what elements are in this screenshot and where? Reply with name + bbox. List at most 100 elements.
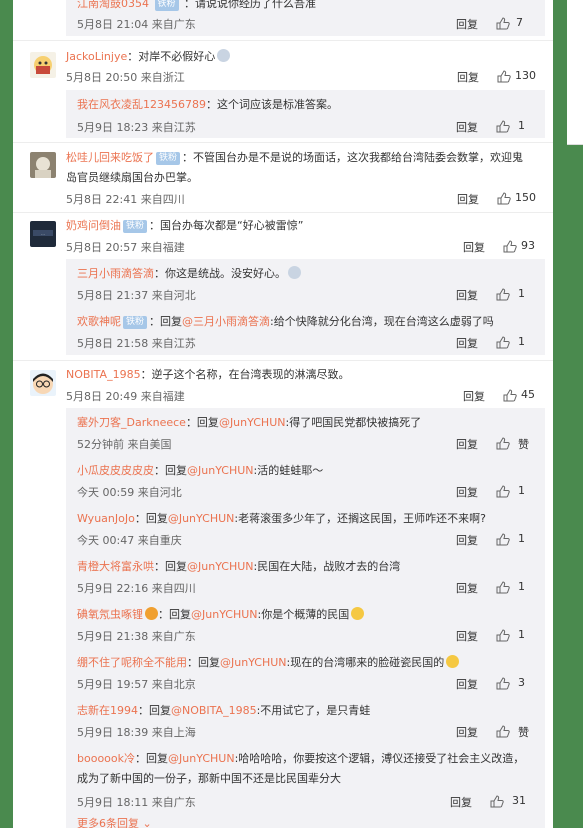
reply-button[interactable]: 回复 <box>456 724 478 740</box>
mention-link[interactable]: @JunYCHUN <box>187 560 254 573</box>
reply-button[interactable]: 回复 <box>456 287 478 303</box>
like-count: 1 <box>518 287 525 300</box>
like-count: 31 <box>512 794 526 807</box>
reply-button[interactable]: 回复 <box>456 119 478 135</box>
reply-button[interactable]: 回复 <box>456 532 478 548</box>
emoji-icon <box>351 607 365 620</box>
avatar[interactable]: ... <box>30 221 56 247</box>
mention-link[interactable]: @NOBITA_1985 <box>171 704 257 717</box>
reply-meta: 5月9日 18:23 来自江苏 <box>77 121 196 134</box>
like-count: 130 <box>515 69 536 82</box>
like-count: 1 <box>518 628 525 641</box>
reply-user[interactable]: 绷不住了呢称全不能用 <box>77 656 187 669</box>
reply-user[interactable]: WyuanJoJo <box>77 512 135 525</box>
avatar[interactable] <box>30 370 56 396</box>
reply-text: 绷不住了呢称全不能用：回复@JunYCHUN:现在的台湾哪来的脸碰瓷民国的 <box>77 653 535 673</box>
reply-user[interactable]: 碘氧氖虫啄锂 <box>77 608 143 621</box>
reply-user[interactable]: 三月小雨滴答滴 <box>77 267 154 280</box>
like-icon[interactable] <box>496 581 510 594</box>
like-icon[interactable] <box>503 240 517 253</box>
like-icon[interactable] <box>496 677 510 690</box>
like-icon[interactable] <box>490 795 504 808</box>
reply-user[interactable]: 我在风衣凌乱123456789 <box>77 98 206 111</box>
like-count: 1 <box>518 119 525 132</box>
reply-meta: 今天 00:47 来自重庆 <box>77 534 182 547</box>
reply-user[interactable]: 青橙大将富永哄 <box>77 560 154 573</box>
like-icon[interactable] <box>496 288 510 301</box>
reply-button[interactable]: 回复 <box>463 388 485 404</box>
reply-button[interactable]: 回复 <box>457 69 479 85</box>
like-count: 1 <box>518 580 525 593</box>
reply-meta: 5月8日 21:58 来自江苏 <box>77 337 196 350</box>
like-icon[interactable] <box>496 17 510 30</box>
like-count: 1 <box>518 532 525 545</box>
mention-link[interactable]: @JunYCHUN <box>191 608 258 621</box>
reply-meta: 5月8日 21:04 来自广东 <box>77 18 196 31</box>
comment-user[interactable]: 松哇儿回来吃饭了 <box>66 151 154 164</box>
reply-button[interactable]: 回复 <box>456 580 478 596</box>
reply-button[interactable]: 回复 <box>457 191 479 207</box>
emoji-icon <box>446 655 460 668</box>
reply-user[interactable]: 欢歌神呢 <box>77 315 121 328</box>
like-icon[interactable] <box>496 437 510 450</box>
mention-link[interactable]: @JunYCHUN <box>168 512 235 525</box>
like-count: 7 <box>516 16 523 29</box>
avatar[interactable] <box>30 52 56 78</box>
comment-panel: 江南淘鼓0354 铁粉 ：请说说你经历了什么吾准 5月8日 21:04 来自广东… <box>13 0 553 828</box>
comment-user[interactable]: 奶鸡问倒油 <box>66 219 121 232</box>
reply-text: 志新在1994：回复@NOBITA_1985:不用试它了，是只青蛙 <box>77 704 371 717</box>
reply-text: 我在风衣凌乱123456789：这个词应该是标准答案。 <box>77 98 338 111</box>
like-count: 45 <box>521 388 535 401</box>
like-icon[interactable] <box>496 120 510 133</box>
reply-text: WyuanJoJo：回复@JunYCHUN:老蒋滚蛋多少年了，还搁这民国，王师咋… <box>77 512 486 525</box>
mention-link[interactable]: @JunYCHUN <box>219 416 286 429</box>
comment-text: JackoLinjye：对岸不必假好心 <box>66 47 531 67</box>
mention-link[interactable]: @三月小雨滴答滴 <box>182 315 270 328</box>
like-count: 93 <box>521 239 535 252</box>
reply-meta: 5月8日 21:37 来自河北 <box>77 289 196 302</box>
fan-badge: 铁粉 <box>123 316 148 329</box>
reply-button[interactable]: 回复 <box>456 335 478 351</box>
like-count: 1 <box>518 335 525 348</box>
reply-button[interactable]: 回复 <box>450 794 472 810</box>
fan-badge: 铁粉 <box>154 0 179 11</box>
reply-user[interactable]: 江南淘鼓0354 <box>77 0 149 10</box>
reply-user[interactable]: 小瓜皮皮皮皮皮 <box>77 464 154 477</box>
mention-link[interactable]: @JunYCHUN <box>187 464 254 477</box>
reply-text: 欢歌神呢 铁粉 ：回复@三月小雨滴答滴:给个快降就分化台湾，现在台湾这么虚弱了吗 <box>77 315 494 329</box>
comment-meta: 5月8日 22:41 来自四川 <box>66 193 185 206</box>
reply-button[interactable]: 回复 <box>456 484 478 500</box>
comment-user[interactable]: JackoLinjye <box>66 50 127 63</box>
reply-user[interactable]: boooook冷 <box>77 752 135 765</box>
comment-meta: 5月8日 20:50 来自浙江 <box>66 71 185 84</box>
reply-meta: 5月9日 18:11 来自广东 <box>77 796 196 809</box>
reply-user[interactable]: 志新在1994 <box>77 704 138 717</box>
like-icon[interactable] <box>496 485 510 498</box>
mention-link[interactable]: @JunYCHUN <box>220 656 287 669</box>
more-replies-link[interactable]: 更多6条回复 ⌄ <box>77 814 535 828</box>
reply-button[interactable]: 回复 <box>456 16 478 32</box>
like-count: 1 <box>518 484 525 497</box>
reply-text: 青橙大将富永哄：回复@JunYCHUN:民国在大陆，战败才去的台湾 <box>77 560 401 573</box>
like-count: 赞 <box>518 438 529 451</box>
like-icon[interactable] <box>496 533 510 546</box>
like-icon[interactable] <box>496 336 510 349</box>
avatar[interactable] <box>30 152 56 178</box>
like-icon[interactable] <box>496 725 510 738</box>
like-icon[interactable] <box>503 389 517 402</box>
emoji-icon <box>288 266 301 279</box>
reply-button[interactable]: 回复 <box>456 676 478 692</box>
comment-user[interactable]: NOBITA_1985 <box>66 368 141 381</box>
like-icon[interactable] <box>497 70 511 83</box>
emoji-icon <box>217 49 231 62</box>
emoji-icon <box>145 607 158 620</box>
reply-user[interactable]: 塞外刀客_Darkneece <box>77 416 186 429</box>
reply-button[interactable]: 回复 <box>463 239 485 255</box>
reply-button[interactable]: 回复 <box>456 436 478 452</box>
reply-meta: 5月9日 19:57 来自北京 <box>77 678 196 691</box>
like-icon[interactable] <box>497 192 511 205</box>
reply-button[interactable]: 回复 <box>456 628 478 644</box>
mention-link[interactable]: @JunYCHUN <box>168 752 235 765</box>
like-icon[interactable] <box>496 629 510 642</box>
comment-text: 奶鸡问倒油 铁粉 ：国台办每次都是“好心被雷惊” <box>66 219 304 233</box>
